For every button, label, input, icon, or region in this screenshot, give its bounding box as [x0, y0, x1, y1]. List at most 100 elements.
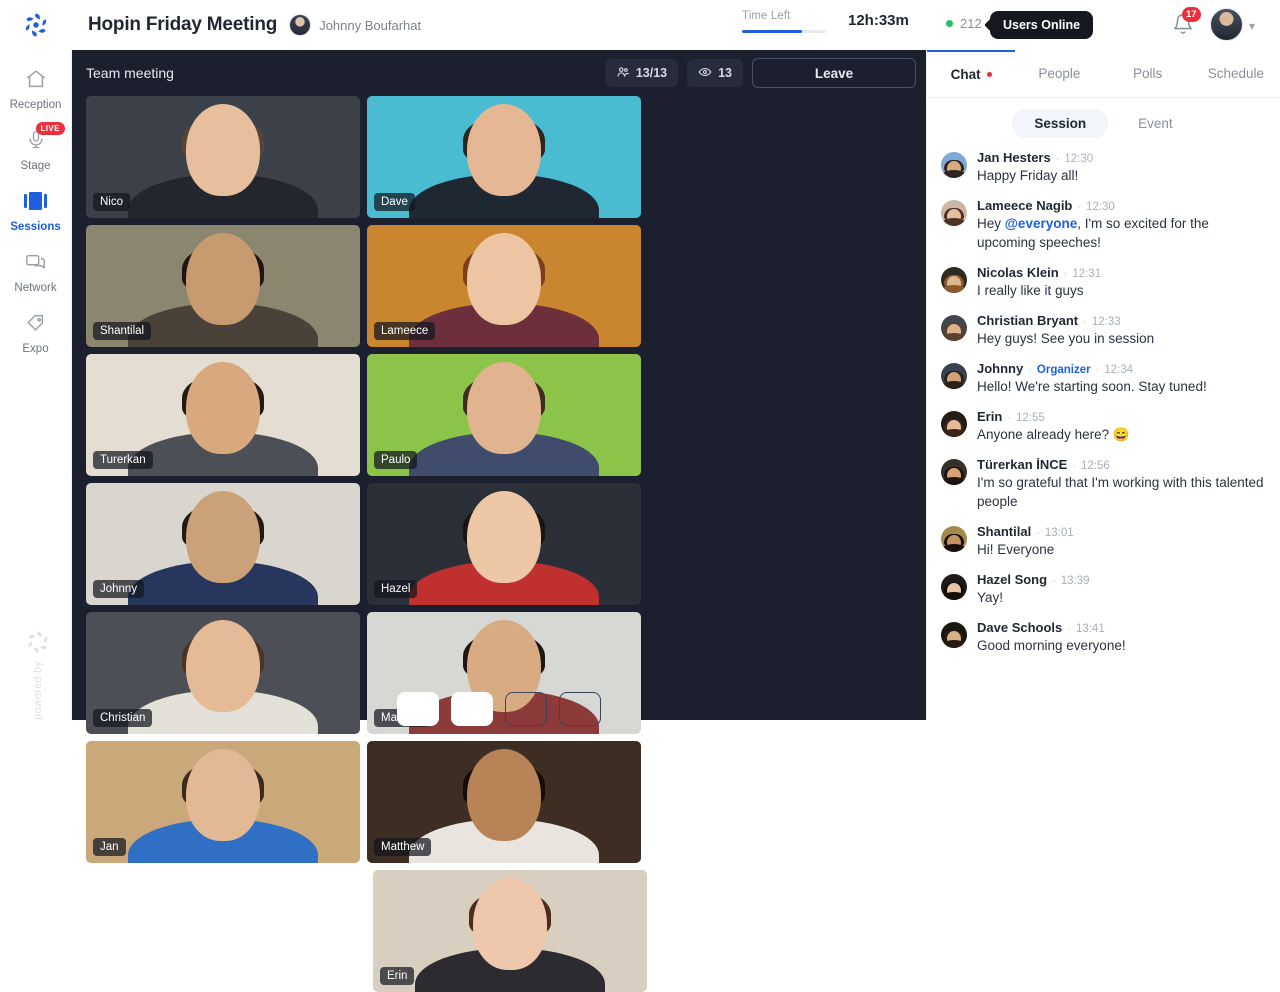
- time-left-fill: [742, 30, 803, 33]
- separator: ·: [1095, 364, 1100, 376]
- chat-message: Jan Hesters · 12:30 Happy Friday all!: [941, 150, 1266, 185]
- tab-people[interactable]: People: [1015, 50, 1103, 97]
- message-text: Hey guys! See you in session: [977, 331, 1155, 346]
- video-tile[interactable]: Jan: [86, 741, 360, 863]
- message-role-badge: Organizer: [1036, 364, 1091, 376]
- chat-message: Christian Bryant · 12:33 Hey guys! See you …: [941, 313, 1266, 348]
- hopin-logo-icon[interactable]: [0, 0, 72, 50]
- message-timestamp: 12:33: [1091, 316, 1121, 328]
- session-stage: Team meeting 13/13 13 Leave Nico Dave Sh…: [72, 50, 926, 992]
- message-author: Türerkan İNCE: [977, 457, 1068, 472]
- message-text: I'm so grateful that I'm working with th…: [977, 475, 1264, 509]
- avatar[interactable]: [941, 152, 967, 178]
- tab-schedule[interactable]: Schedule: [1192, 50, 1280, 97]
- unread-dot: [986, 72, 992, 77]
- participant-face: [473, 877, 547, 970]
- participant-face: [467, 490, 541, 583]
- camera-button[interactable]: [451, 692, 493, 726]
- video-tile[interactable]: Dave: [367, 96, 641, 218]
- message-timestamp: 12:55: [1015, 412, 1045, 424]
- microphone-icon: LIVE: [23, 122, 65, 153]
- video-tile[interactable]: Johnny: [86, 483, 360, 605]
- message-text: Hi! Everyone: [977, 542, 1055, 557]
- time-left-label: Time Left: [742, 10, 791, 22]
- tab-label: Schedule: [1207, 66, 1265, 81]
- sidebar-item-sessions[interactable]: Sessions: [0, 172, 72, 233]
- more-options-button[interactable]: [559, 692, 601, 726]
- tab-chat[interactable]: Chat: [927, 50, 1016, 97]
- sidebar-item-label: Expo: [22, 343, 49, 355]
- participant-name-label: Erin: [380, 967, 415, 985]
- avatar[interactable]: [941, 267, 967, 293]
- separator: ·: [1072, 460, 1076, 472]
- participant-face: [467, 103, 541, 196]
- video-tile[interactable]: Hazel: [367, 483, 641, 605]
- sidebar: Reception LIVE Stage Sessions Network Ex…: [0, 50, 72, 720]
- video-tile[interactable]: Nico: [86, 96, 360, 218]
- tab-label: Polls: [1132, 66, 1163, 81]
- chat-message: Dave Schools · 13:41 Good morning everyone!: [941, 620, 1266, 655]
- participant-name-label: Johnny: [93, 580, 145, 598]
- avatar[interactable]: [941, 574, 967, 600]
- separator: ·: [1077, 201, 1082, 213]
- separator: ·: [1067, 623, 1071, 635]
- avatar[interactable]: [941, 363, 967, 389]
- online-status-dot: [946, 20, 953, 27]
- subtab-session[interactable]: Session: [1012, 108, 1109, 138]
- message-timestamp: 12:30: [1086, 201, 1115, 213]
- subtab-event[interactable]: Event: [1116, 109, 1195, 138]
- sidebar-item-label: Stage: [20, 160, 51, 172]
- separator: ·: [1007, 412, 1011, 424]
- separator: ·: [1063, 268, 1068, 280]
- video-tile[interactable]: Shantilal: [86, 225, 360, 347]
- avatar[interactable]: [941, 200, 967, 226]
- notification-badge: 17: [1182, 7, 1201, 22]
- sidebar-item-stage[interactable]: LIVE Stage: [0, 111, 72, 172]
- live-badge: LIVE: [35, 122, 65, 135]
- page-title: Hopin Friday Meeting: [88, 14, 278, 35]
- leave-button[interactable]: Leave: [752, 58, 916, 88]
- top-bar: Hopin Friday Meeting Johnny Boufarhat Ti…: [0, 0, 1280, 50]
- video-tile[interactable]: Matthew: [367, 741, 641, 863]
- user-avatar[interactable]: [1210, 8, 1243, 41]
- screen-share-button[interactable]: [505, 692, 547, 726]
- bell-icon[interactable]: 17: [1172, 7, 1201, 37]
- hopin-logo-icon: [28, 631, 48, 653]
- chevron-down-icon[interactable]: ▾: [1249, 19, 1255, 33]
- avatar[interactable]: [941, 315, 967, 341]
- mention-link[interactable]: @everyone: [1005, 216, 1077, 231]
- message-author: Dave Schools: [977, 620, 1063, 635]
- sidebar-item-network[interactable]: Network: [0, 233, 72, 294]
- participants-pill[interactable]: 13/13: [604, 59, 679, 87]
- avatar[interactable]: [941, 526, 967, 552]
- sidebar-item-expo[interactable]: Expo: [0, 294, 72, 355]
- video-tile[interactable]: Erin: [373, 870, 647, 992]
- sidebar-item-reception[interactable]: Reception: [0, 50, 72, 111]
- avatar[interactable]: [941, 622, 967, 648]
- message-timestamp: 12:56: [1080, 460, 1110, 472]
- eye-icon: [698, 65, 712, 82]
- participant-face: [186, 490, 260, 583]
- time-left-meter: Time Left: [742, 10, 826, 33]
- participant-name-label: Matthew: [374, 838, 432, 856]
- users-online-indicator[interactable]: 212: [946, 16, 982, 31]
- time-left-track: [742, 30, 826, 33]
- avatar[interactable]: [941, 459, 967, 485]
- video-tile[interactable]: Turerkan: [86, 354, 360, 476]
- avatar[interactable]: [941, 411, 967, 437]
- video-tile[interactable]: Lameece: [367, 225, 641, 347]
- message-author: Jan Hesters: [977, 150, 1051, 165]
- video-tile[interactable]: Paulo: [367, 354, 641, 476]
- chat-message: Hazel Song · 13:39 Yay!: [941, 572, 1266, 607]
- host-name: Johnny Boufarhat: [319, 17, 422, 33]
- participant-name-label: Turerkan: [93, 451, 153, 469]
- viewers-pill[interactable]: 13: [687, 59, 743, 87]
- message-timestamp: 13:39: [1060, 575, 1090, 587]
- online-count: 212: [960, 16, 982, 31]
- chat-message: Nicolas Klein · 12:31 I really like it guys: [941, 265, 1266, 300]
- chat-message: Johnny · Organizer · 12:34 Hello! We're start…: [941, 361, 1266, 396]
- tab-polls[interactable]: Polls: [1104, 50, 1192, 97]
- microphone-button[interactable]: [397, 692, 439, 726]
- participant-face: [467, 361, 541, 454]
- people-icon: [616, 65, 630, 82]
